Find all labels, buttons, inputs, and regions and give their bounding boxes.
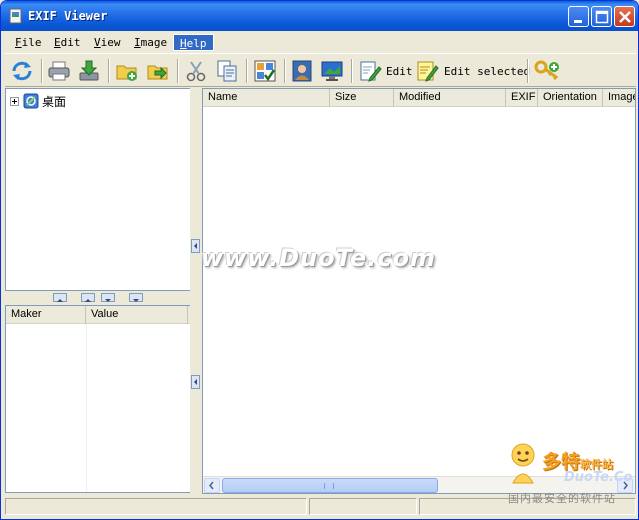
column-modified[interactable]: Modified (394, 89, 506, 107)
person-icon (292, 60, 312, 82)
status-cell-2 (309, 498, 417, 515)
folder-tree-pane[interactable]: 桌面 (5, 88, 191, 291)
scissors-icon (186, 61, 206, 82)
file-list-pane[interactable]: Name Size Modified EXIF Orientation Imag… (202, 88, 636, 494)
copy-button[interactable] (215, 57, 239, 85)
maximize-button[interactable] (591, 6, 612, 27)
watermark-logo: 多特软件站 DuoTe.Co 国内最安全的软件站 (506, 441, 636, 511)
column-orientation[interactable]: Orientation (538, 89, 603, 107)
status-cell-1 (5, 498, 307, 515)
splitter-down-button-2[interactable] (129, 293, 143, 302)
register-button[interactable] (534, 57, 560, 85)
edit-button-label: Edit (386, 64, 413, 78)
toolbar: Edit Edit selected (5, 53, 636, 87)
browse-folder-button[interactable] (146, 57, 170, 85)
printer-icon (48, 61, 70, 81)
column-image[interactable]: Image (603, 89, 635, 107)
new-folder-button[interactable] (115, 57, 139, 85)
menu-bar: File Edit View Image Help (5, 32, 636, 52)
slideshow-button[interactable] (320, 57, 344, 85)
watermark-logo-site: DuoTe.Co (564, 470, 633, 485)
splitter-left-button[interactable] (191, 239, 200, 253)
tree-item-desktop[interactable]: 桌面 (10, 93, 66, 109)
cut-button[interactable] (184, 57, 208, 85)
edit-icon (360, 61, 382, 82)
maximize-icon (595, 10, 609, 24)
menu-help[interactable]: Help (173, 34, 214, 51)
desktop-icon (23, 93, 39, 109)
save-button[interactable] (77, 57, 101, 85)
column-value[interactable]: Value (86, 306, 188, 324)
minimize-button[interactable] (568, 6, 589, 27)
exif-properties-pane[interactable]: Maker Value (5, 305, 191, 493)
column-maker[interactable]: Maker (6, 306, 86, 324)
watermark-text: www.DuoTe.com (201, 244, 436, 272)
tree-item-label: 桌面 (42, 94, 67, 109)
splitter-left-button-2[interactable] (191, 375, 200, 389)
column-name[interactable]: Name (203, 89, 330, 107)
watermark-logo-subtitle: 国内最安全的软件站 (508, 492, 616, 505)
window-title: EXIF Viewer (28, 9, 108, 23)
menu-image[interactable]: Image (128, 34, 173, 51)
splitter-up-button-2[interactable] (81, 293, 95, 302)
column-exif[interactable]: EXIF (506, 89, 538, 107)
splitter-down-button[interactable] (101, 293, 115, 302)
checklist-icon (254, 60, 276, 82)
tree-expand-icon[interactable] (10, 96, 19, 106)
arrow-left-icon (194, 379, 197, 385)
title-bar[interactable]: EXIF Viewer (1, 1, 638, 31)
mascot-icon (511, 443, 535, 484)
arrow-down-icon (105, 299, 111, 302)
refresh-icon (12, 61, 32, 81)
app-window: EXIF Viewer File Edit View Image Help Ed… (0, 0, 639, 520)
folder-arrow-icon (147, 65, 168, 80)
arrow-left-icon (209, 481, 214, 490)
edit-button[interactable]: Edit (358, 57, 413, 85)
arrow-down-icon (133, 299, 139, 302)
arrow-up-icon (85, 299, 91, 302)
refresh-button[interactable] (10, 57, 34, 85)
minimize-icon (574, 20, 582, 23)
arrow-left-icon (194, 243, 197, 249)
arrow-up-icon (57, 299, 63, 302)
edit-selected-button[interactable]: Edit selected (416, 57, 530, 85)
file-list-header: Name Size Modified EXIF Orientation Imag… (203, 89, 635, 107)
download-icon (79, 60, 99, 81)
scroll-thumb[interactable] (222, 478, 438, 493)
app-icon (9, 8, 22, 24)
column-size[interactable]: Size (330, 89, 394, 107)
scroll-left-button[interactable] (204, 478, 220, 493)
menu-edit[interactable]: Edit (48, 34, 87, 51)
vertical-splitter[interactable] (190, 87, 202, 493)
close-icon (619, 11, 631, 23)
close-button[interactable] (614, 6, 635, 27)
splitter-up-button[interactable] (53, 293, 67, 302)
select-all-button[interactable] (253, 57, 277, 85)
edit-selected-button-label: Edit selected (444, 64, 531, 78)
horizontal-splitter[interactable] (5, 291, 191, 305)
monitor-icon (321, 61, 343, 81)
new-folder-icon (116, 65, 137, 81)
edit-selected-icon (417, 61, 439, 82)
keys-icon (534, 60, 559, 81)
exif-header: Maker Value (6, 306, 190, 324)
contact-button[interactable] (290, 57, 314, 85)
print-button[interactable] (47, 57, 71, 85)
copy-icon (217, 60, 237, 82)
menu-file[interactable]: File (9, 34, 48, 51)
menu-view[interactable]: View (88, 34, 127, 51)
